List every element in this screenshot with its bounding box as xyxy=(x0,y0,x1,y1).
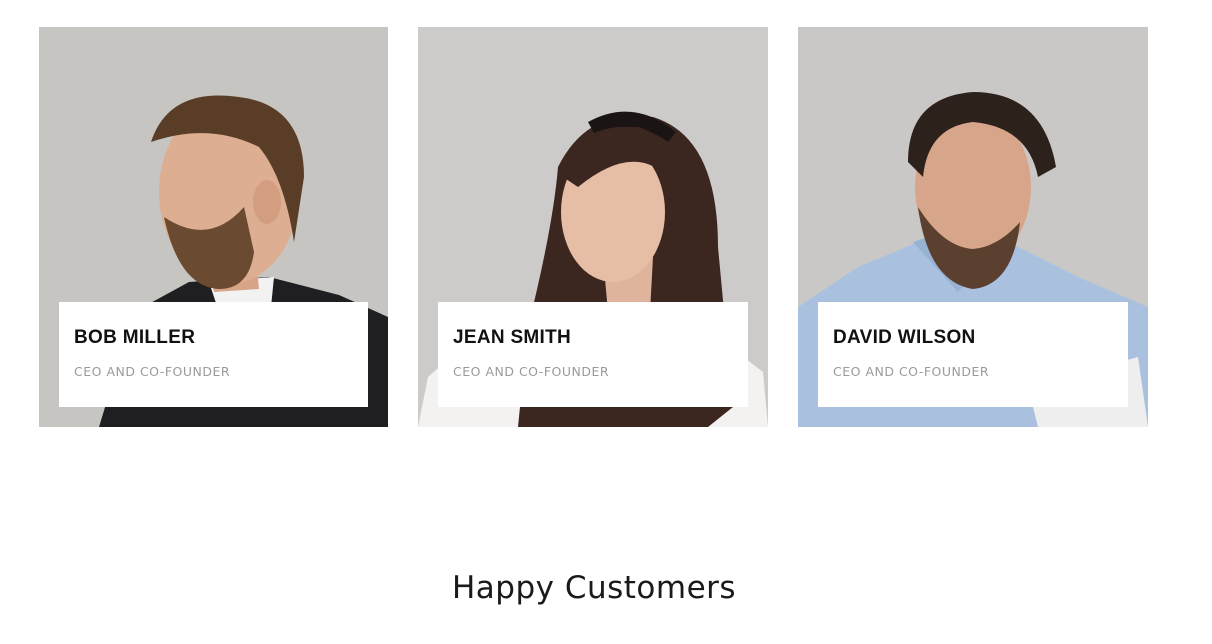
section-title: Happy Customers xyxy=(451,570,737,606)
member-info-box: BOB MILLER CEO AND CO-FOUNDER xyxy=(59,302,368,407)
member-role: CEO AND CO-FOUNDER xyxy=(74,364,231,379)
team-member-card: DAVID WILSON CEO AND CO-FOUNDER xyxy=(798,27,1148,427)
member-name: DAVID WILSON xyxy=(833,327,976,348)
page: BOB MILLER CEO AND CO-FOUNDER JEAN SMITH… xyxy=(0,0,1212,644)
team-member-card: JEAN SMITH CEO AND CO-FOUNDER xyxy=(418,27,768,427)
team-member-card: BOB MILLER CEO AND CO-FOUNDER xyxy=(39,27,388,427)
member-name: BOB MILLER xyxy=(74,327,196,348)
member-role: CEO AND CO-FOUNDER xyxy=(453,364,610,379)
member-info-box: DAVID WILSON CEO AND CO-FOUNDER xyxy=(818,302,1128,407)
member-info-box: JEAN SMITH CEO AND CO-FOUNDER xyxy=(438,302,748,407)
member-role: CEO AND CO-FOUNDER xyxy=(833,364,990,379)
member-name: JEAN SMITH xyxy=(453,327,572,348)
